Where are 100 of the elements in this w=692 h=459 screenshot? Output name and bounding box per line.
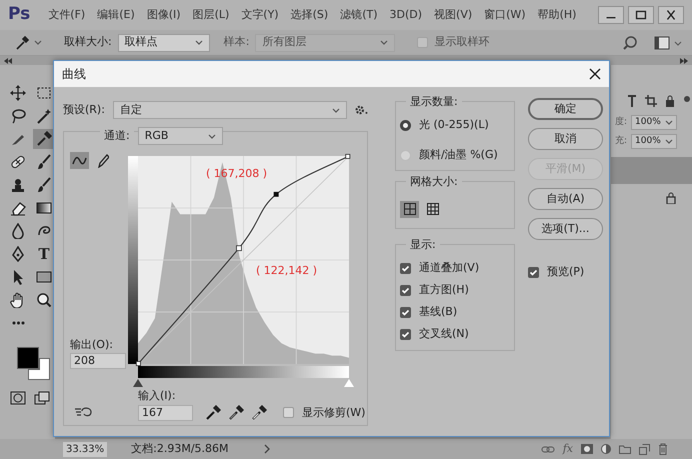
opacity-select[interactable]: 100% [631, 115, 677, 130]
checkbox[interactable] [400, 285, 411, 296]
curve-point[interactable] [345, 154, 350, 159]
type-tool[interactable]: T [33, 244, 55, 264]
caret-icon [208, 134, 216, 138]
input-label: 输入(I): [138, 388, 177, 404]
ring-label: 显示取样环 [434, 34, 490, 50]
dialog-title: 曲线 [62, 66, 86, 83]
close-icon[interactable] [658, 6, 684, 24]
menu-item[interactable]: 编辑(E) [91, 6, 141, 24]
menu-item[interactable]: 文字(Y) [235, 6, 285, 24]
new-layer-icon[interactable] [639, 444, 650, 454]
sample-size-label: 取样大小: [64, 34, 112, 50]
preset-select[interactable]: 自定 [112, 101, 347, 119]
sample-size-select[interactable]: 取样点 [118, 34, 210, 52]
lasso-icon [10, 108, 26, 124]
checkbox[interactable] [400, 307, 411, 318]
clipping-label: 显示修剪(W) [302, 404, 366, 420]
workspace-icon[interactable] [654, 34, 684, 50]
curve-point[interactable] [136, 361, 141, 366]
gradient-icon [36, 200, 52, 216]
mask-mode-icon[interactable] [10, 391, 26, 405]
grid-icon [404, 203, 416, 215]
clipping-checkbox[interactable] [283, 407, 294, 418]
preset-label: 预设(R): [63, 102, 105, 118]
coarse-grid-button[interactable] [400, 200, 419, 218]
zoom-level: 33.33% [63, 442, 108, 456]
move-arrows-icon [10, 85, 26, 101]
sample-label: 样本: [224, 34, 250, 50]
opacity-label: 度: [615, 116, 628, 129]
caret-icon [332, 108, 340, 112]
channel-select[interactable]: RGB [138, 127, 223, 145]
checkbox-label: 通道叠加(V) [419, 260, 480, 276]
dashed-rectangle-icon [36, 85, 52, 101]
screen-mode-icon[interactable] [34, 391, 50, 405]
caret-icon [664, 139, 673, 144]
app-logo: Ps [8, 3, 30, 26]
radio-button[interactable] [400, 150, 411, 161]
dropper-tool[interactable] [33, 129, 55, 149]
menu-item[interactable]: 视图(V) [428, 6, 478, 24]
dialog-button[interactable]: 选项(T)... [528, 218, 603, 240]
brush-icon [36, 154, 52, 170]
mask-icon[interactable] [581, 444, 593, 454]
background-swatch[interactable] [28, 358, 50, 380]
menu-item[interactable]: 文件(F) [42, 6, 92, 24]
wave-icon [72, 156, 87, 166]
minimize-icon[interactable] [598, 6, 624, 24]
curve-point[interactable] [236, 245, 242, 252]
menu-item[interactable]: 图像(I) [140, 6, 187, 24]
caret-icon [34, 40, 42, 45]
menu-item[interactable]: 3D(D) [384, 6, 428, 24]
foreground-swatch[interactable] [17, 347, 39, 369]
output-field[interactable]: 208 [70, 353, 126, 369]
menu-item[interactable]: 帮助(H) [532, 6, 582, 24]
dropper-icon[interactable] [14, 34, 30, 50]
maximize-icon[interactable] [628, 6, 654, 24]
preview-checkbox[interactable] [528, 266, 539, 278]
folder-icon[interactable] [619, 444, 631, 454]
dropper-icon[interactable] [228, 404, 244, 421]
point-label: ( 167,208 ) [206, 166, 268, 182]
radio-button[interactable] [400, 120, 411, 131]
zoom-icon [36, 292, 52, 308]
checkbox-label: 交叉线(N) [419, 326, 469, 342]
menu-item[interactable]: 滤镜(T) [334, 6, 384, 24]
trash-icon[interactable] [658, 443, 668, 455]
dropper-icon[interactable] [205, 404, 221, 421]
search-icon[interactable] [622, 34, 638, 50]
grid-icon [426, 203, 438, 215]
dropper-icon [36, 131, 52, 147]
pencil-icon [96, 154, 108, 168]
caret-icon [664, 120, 673, 125]
dropper-icon[interactable] [251, 404, 267, 421]
radio-label: 光 (0-255)(L) [419, 117, 489, 134]
menu-item[interactable]: 窗口(W) [478, 6, 532, 24]
fill-select[interactable]: 100% [631, 134, 677, 149]
gear-icon[interactable] [354, 104, 368, 116]
text-layer-icon[interactable] [627, 95, 637, 107]
link-icon[interactable] [540, 444, 555, 454]
curve-tool[interactable] [70, 152, 89, 169]
caret-icon [194, 40, 203, 45]
close-icon[interactable] [589, 68, 601, 80]
checkbox[interactable] [400, 329, 411, 340]
slider-handle[interactable] [133, 379, 143, 387]
chevron-right-icon[interactable] [262, 444, 271, 454]
dialog-button[interactable]: 自动(A) [528, 188, 603, 210]
ellipsis-icon [12, 321, 24, 325]
menu-item[interactable]: 选择(S) [284, 6, 334, 24]
preview-label: 预览(P) [547, 264, 584, 280]
lock-icon[interactable] [665, 95, 675, 107]
curve-point[interactable] [274, 192, 279, 197]
dialog-button[interactable]: 取消 [528, 128, 603, 150]
artboard-icon[interactable] [645, 95, 657, 107]
wand-icon [36, 108, 52, 124]
menu-item[interactable]: 图层(L) [186, 6, 236, 24]
fx-button[interactable]: fx [562, 440, 573, 458]
half-circle-icon[interactable] [601, 444, 611, 454]
dialog-button[interactable]: 确定 [528, 98, 603, 120]
input-field[interactable]: 167 [138, 404, 193, 421]
lock-icon [666, 192, 676, 204]
checkbox[interactable] [400, 263, 411, 274]
